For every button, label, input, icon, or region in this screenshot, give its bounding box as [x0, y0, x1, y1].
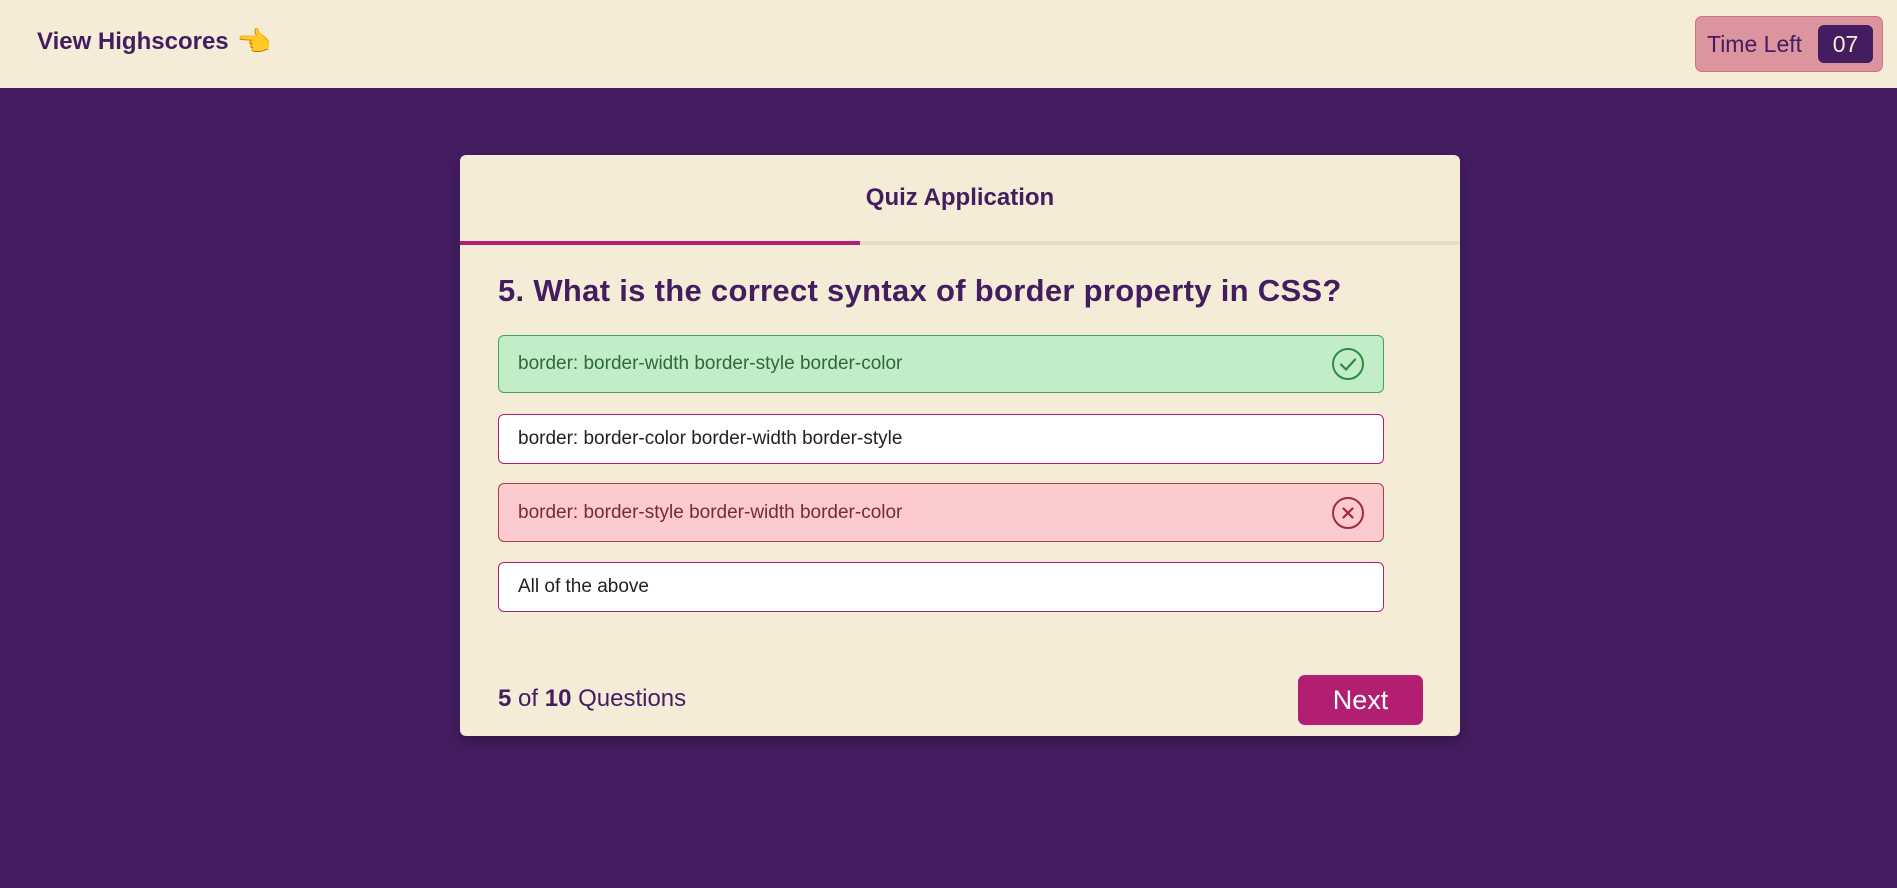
question-counter: 5 of 10 Questions — [498, 685, 686, 713]
question-text: 5. What is the correct syntax of border … — [498, 273, 1342, 308]
counter-of: of — [518, 685, 539, 712]
timer-panel: Time Left 07 — [1695, 16, 1883, 72]
counter-current: 5 — [498, 685, 512, 712]
quiz-card: Quiz Application 5. What is the correct … — [460, 155, 1460, 736]
option-2[interactable]: border: border-color border-width border… — [498, 414, 1384, 464]
counter-suffix: Questions — [578, 685, 687, 712]
highscores-label: View Highscores — [37, 28, 229, 55]
progress-track — [460, 241, 1460, 245]
timer-value: 07 — [1818, 25, 1874, 63]
check-circle-icon — [1332, 348, 1364, 380]
option-label: border: border-color border-width border… — [518, 428, 903, 449]
next-button[interactable]: Next — [1298, 675, 1423, 725]
top-bar: View Highscores 👈 Time Left 07 — [0, 0, 1897, 88]
option-label: border: border-style border-width border… — [518, 501, 903, 523]
pointing-hand-icon: 👈 — [236, 26, 272, 57]
counter-total: 10 — [544, 685, 572, 712]
timer-label: Time Left — [1707, 30, 1803, 57]
x-circle-icon — [1332, 496, 1364, 529]
progress-fill — [460, 241, 860, 245]
option-label: border: border-width border-style border… — [518, 353, 903, 374]
option-3[interactable]: border: border-style border-width border… — [498, 483, 1384, 542]
option-1[interactable]: border: border-width border-style border… — [498, 335, 1384, 393]
option-4[interactable]: All of the above — [498, 562, 1384, 612]
quiz-title: Quiz Application — [865, 184, 1055, 211]
view-highscores-link[interactable]: View Highscores 👈 — [37, 28, 272, 56]
option-label: All of the above — [518, 576, 649, 597]
